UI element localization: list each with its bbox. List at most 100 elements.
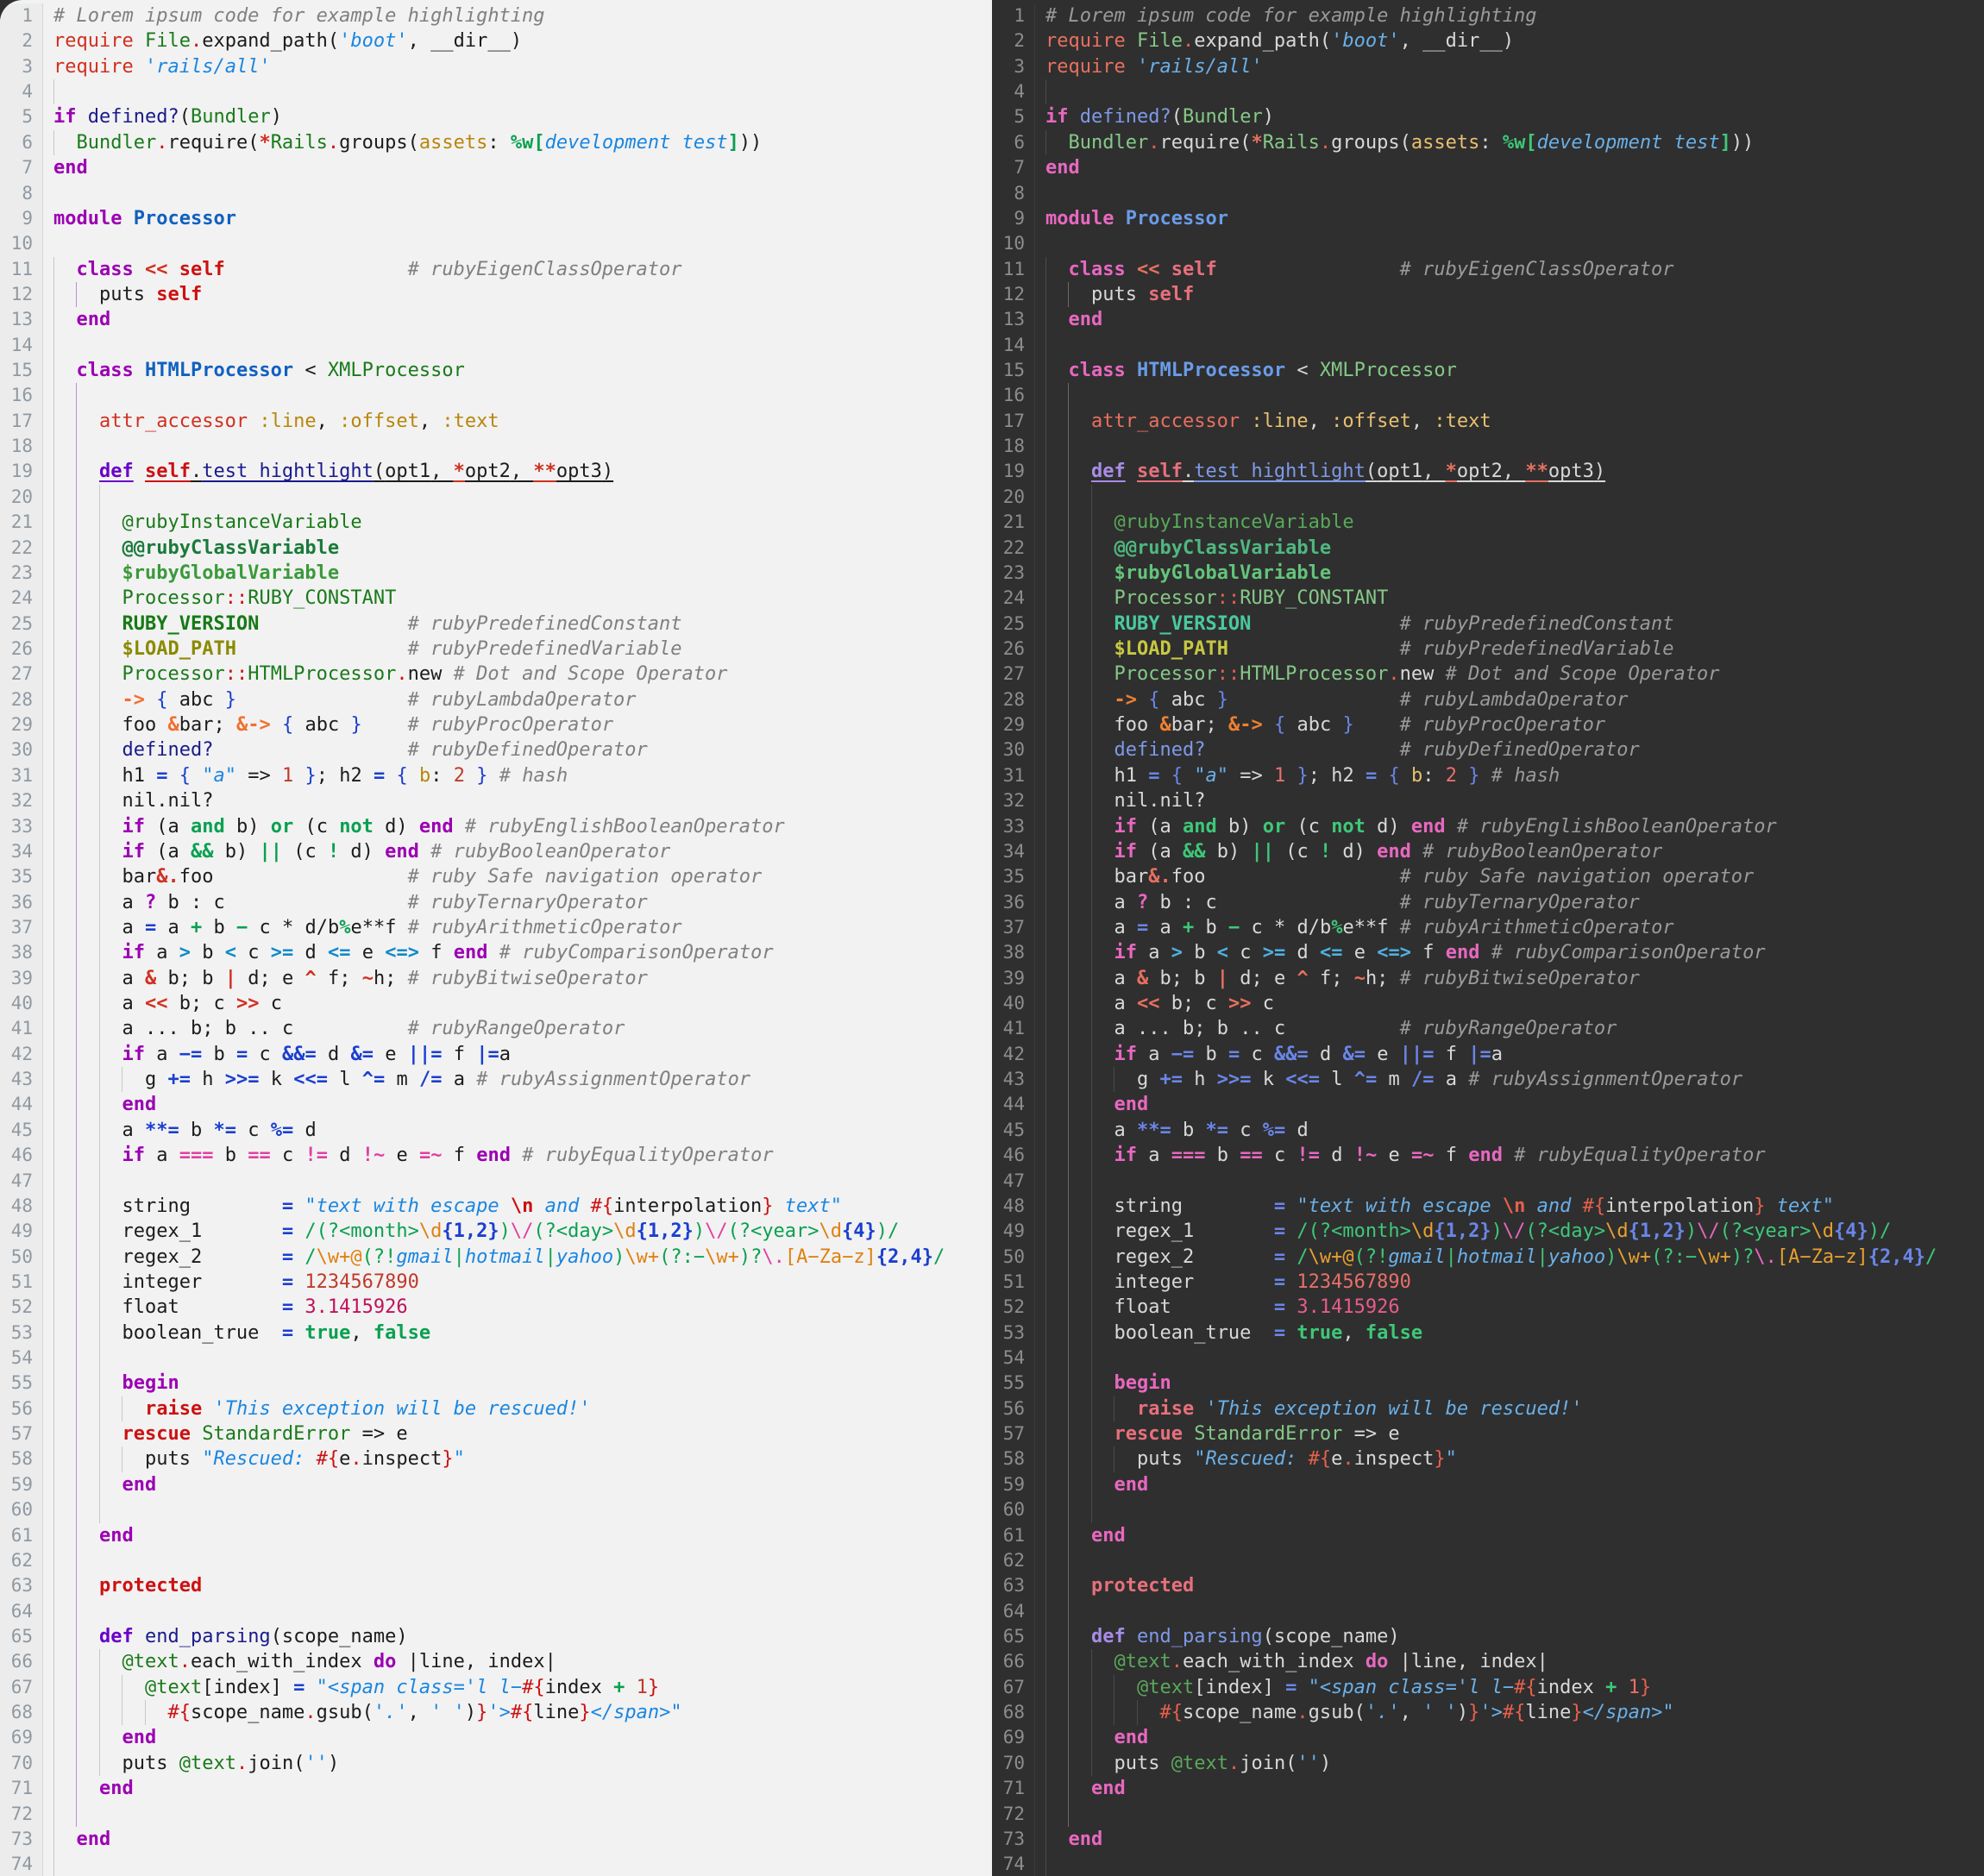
code-line[interactable]: 3 require 'rails/all': [992, 53, 1984, 80]
code-line[interactable]: 22 @@rubyClassVariable: [992, 535, 1984, 561]
code-line[interactable]: 18: [992, 434, 1984, 460]
code-content[interactable]: Bundler.require(*Rails.groups(assets: %w…: [1035, 129, 1984, 156]
code-line[interactable]: 64: [992, 1598, 1984, 1624]
code-content[interactable]: [1035, 1852, 1984, 1876]
code-line[interactable]: 12 puts self: [0, 281, 992, 308]
code-line[interactable]: 17 attr_accessor :line, :offset, :text: [992, 408, 1984, 435]
code-content[interactable]: RUBY_VERSION # rubyPredefinedConstant: [1035, 611, 1984, 637]
code-line[interactable]: 20: [992, 484, 1984, 511]
code-line[interactable]: 33 if (a and b) or (c not d) end # rubyE…: [992, 813, 1984, 839]
code-content[interactable]: def end_parsing(scope_name): [43, 1624, 992, 1650]
code-content[interactable]: [43, 231, 992, 256]
code-content[interactable]: if defined?(Bundler): [1035, 104, 1984, 129]
code-content[interactable]: a << b; c >> c: [43, 991, 992, 1017]
code-content[interactable]: nil.nil?: [43, 788, 992, 814]
code-content[interactable]: class HTMLProcessor < XMLProcessor: [1035, 358, 1984, 384]
code-line[interactable]: 47: [992, 1168, 1984, 1194]
code-line[interactable]: 20: [0, 484, 992, 511]
code-line[interactable]: 50 regex_2 = /\w+@(?!gmail|hotmail|yahoo…: [0, 1244, 992, 1270]
code-line[interactable]: 23 $rubyGlobalVariable: [992, 560, 1984, 587]
code-content[interactable]: [1035, 1346, 1984, 1371]
code-content[interactable]: require File.expand_path('boot', __dir__…: [1035, 28, 1984, 53]
code-content[interactable]: end: [43, 1826, 992, 1853]
code-line[interactable]: 32 nil.nil?: [0, 788, 992, 814]
code-line[interactable]: 66 @text.each_with_index do |line, index…: [0, 1649, 992, 1675]
code-line[interactable]: 62: [0, 1547, 992, 1574]
code-line[interactable]: 55 begin: [992, 1371, 1984, 1396]
code-content[interactable]: if a > b < c >= d <= e <=> f end # rubyC…: [1035, 940, 1984, 966]
code-line[interactable]: 31 h1 = { "a" => 1 }; h2 = { b: 2 } # ha…: [0, 762, 992, 789]
code-content[interactable]: @@rubyClassVariable: [1035, 535, 1984, 561]
code-content[interactable]: Processor::RUBY_CONSTANT: [1035, 586, 1984, 612]
code-content[interactable]: [1035, 332, 1984, 359]
code-line[interactable]: 46 if a === b == c != d !~ e =~ f end # …: [0, 1143, 992, 1169]
code-content[interactable]: @text[index] = "<span class='l l−#{index…: [43, 1674, 992, 1701]
code-line[interactable]: 38 if a > b < c >= d <= e <=> f end # ru…: [0, 940, 992, 966]
code-line[interactable]: 61 end: [992, 1522, 1984, 1548]
code-line[interactable]: 25 RUBY_VERSION # rubyPredefinedConstant: [0, 611, 992, 637]
code-line[interactable]: 9 module Processor: [0, 205, 992, 232]
code-content[interactable]: float = 3.1415926: [1035, 1295, 1984, 1321]
code-line[interactable]: 29 foo &bar; &-> { abc } # rubyProcOpera…: [992, 712, 1984, 738]
code-content[interactable]: [1035, 1547, 1984, 1574]
code-line[interactable]: 3 require 'rails/all': [0, 53, 992, 80]
code-content[interactable]: [1035, 1497, 1984, 1523]
code-content[interactable]: [43, 434, 992, 460]
code-content[interactable]: end: [1035, 1776, 1984, 1802]
code-content[interactable]: @rubyInstanceVariable: [1035, 510, 1984, 536]
code-content[interactable]: require 'rails/all': [43, 54, 992, 79]
code-content[interactable]: regex_1 = /(?<month>\d{1,2})\/(?<day>\d{…: [1035, 1219, 1984, 1245]
code-line[interactable]: 15 class HTMLProcessor < XMLProcessor: [992, 358, 1984, 384]
code-content[interactable]: @@rubyClassVariable: [43, 535, 992, 561]
code-content[interactable]: class << self # rubyEigenClassOperator: [43, 256, 992, 282]
code-content[interactable]: require File.expand_path('boot', __dir__…: [43, 28, 992, 53]
code-line[interactable]: 6 Bundler.require(*Rails.groups(assets: …: [0, 129, 992, 156]
code-line[interactable]: 11 class << self # rubyEigenClassOperato…: [0, 256, 992, 282]
code-content[interactable]: [43, 332, 992, 359]
code-line[interactable]: 36 a ? b : c # rubyTernaryOperator: [0, 889, 992, 915]
code-line[interactable]: 45 a **= b *= c %= d: [992, 1117, 1984, 1144]
code-line[interactable]: 22 @@rubyClassVariable: [0, 535, 992, 561]
code-line[interactable]: 50 regex_2 = /\w+@(?!gmail|hotmail|yahoo…: [992, 1244, 1984, 1270]
code-line[interactable]: 54: [992, 1346, 1984, 1371]
code-content[interactable]: puts self: [1035, 281, 1984, 308]
code-content[interactable]: puts @text.join(''): [43, 1750, 992, 1777]
code-content[interactable]: a = a + b − c * d/b%e**f # rubyArithmeti…: [43, 914, 992, 941]
code-line[interactable]: 11 class << self # rubyEigenClassOperato…: [992, 256, 1984, 282]
code-line[interactable]: 68 #{scope_name.gsub('.', ' ')}'>#{line}…: [992, 1700, 1984, 1726]
code-content[interactable]: # Lorem ipsum code for example highlight…: [1035, 3, 1984, 28]
code-line[interactable]: 31 h1 = { "a" => 1 }; h2 = { b: 2 } # ha…: [992, 762, 1984, 789]
code-content[interactable]: a **= b *= c %= d: [1035, 1117, 1984, 1144]
code-content[interactable]: if (a and b) or (c not d) end # rubyEngl…: [1035, 813, 1984, 839]
code-content[interactable]: [43, 1168, 992, 1194]
code-content[interactable]: Processor::HTMLProcessor.new # Dot and S…: [43, 662, 992, 687]
code-content[interactable]: [43, 1346, 992, 1371]
code-line[interactable]: 21 @rubyInstanceVariable: [0, 510, 992, 536]
code-line[interactable]: 8: [0, 180, 992, 206]
code-content[interactable]: @rubyInstanceVariable: [43, 510, 992, 536]
code-content[interactable]: end: [1035, 1522, 1984, 1548]
code-line[interactable]: 27 Processor::HTMLProcessor.new # Dot an…: [992, 662, 1984, 687]
code-line[interactable]: 54: [0, 1346, 992, 1371]
code-content[interactable]: foo &bar; &-> { abc } # rubyProcOperator: [43, 712, 992, 738]
code-line[interactable]: 27 Processor::HTMLProcessor.new # Dot an…: [0, 662, 992, 687]
code-line[interactable]: 60: [0, 1497, 992, 1523]
code-line[interactable]: 43 g += h >>= k <<= l ^= m /= a # rubyAs…: [0, 1067, 992, 1093]
code-line[interactable]: 73 end: [0, 1826, 992, 1853]
code-content[interactable]: puts @text.join(''): [1035, 1750, 1984, 1777]
code-line[interactable]: 69 end: [0, 1725, 992, 1751]
code-line[interactable]: 14: [992, 332, 1984, 359]
code-line[interactable]: 57 rescue StandardError => e: [992, 1421, 1984, 1447]
code-content[interactable]: end: [1035, 1092, 1984, 1118]
code-content[interactable]: $rubyGlobalVariable: [1035, 560, 1984, 587]
code-line[interactable]: 42 if a −= b = c &&= d &= e ||= f |=a: [992, 1041, 1984, 1068]
code-content[interactable]: # Lorem ipsum code for example highlight…: [43, 3, 992, 28]
code-line[interactable]: 60: [992, 1497, 1984, 1523]
code-line[interactable]: 56 raise 'This exception will be rescued…: [0, 1396, 992, 1422]
code-line[interactable]: 59 end: [0, 1471, 992, 1498]
code-line[interactable]: 19 def self.test_hightlight(opt1, *opt2,…: [0, 459, 992, 485]
code-content[interactable]: class << self # rubyEigenClassOperator: [1035, 256, 1984, 282]
code-line[interactable]: 73 end: [992, 1826, 1984, 1853]
code-content[interactable]: if defined?(Bundler): [43, 104, 992, 129]
code-content[interactable]: attr_accessor :line, :offset, :text: [43, 408, 992, 435]
